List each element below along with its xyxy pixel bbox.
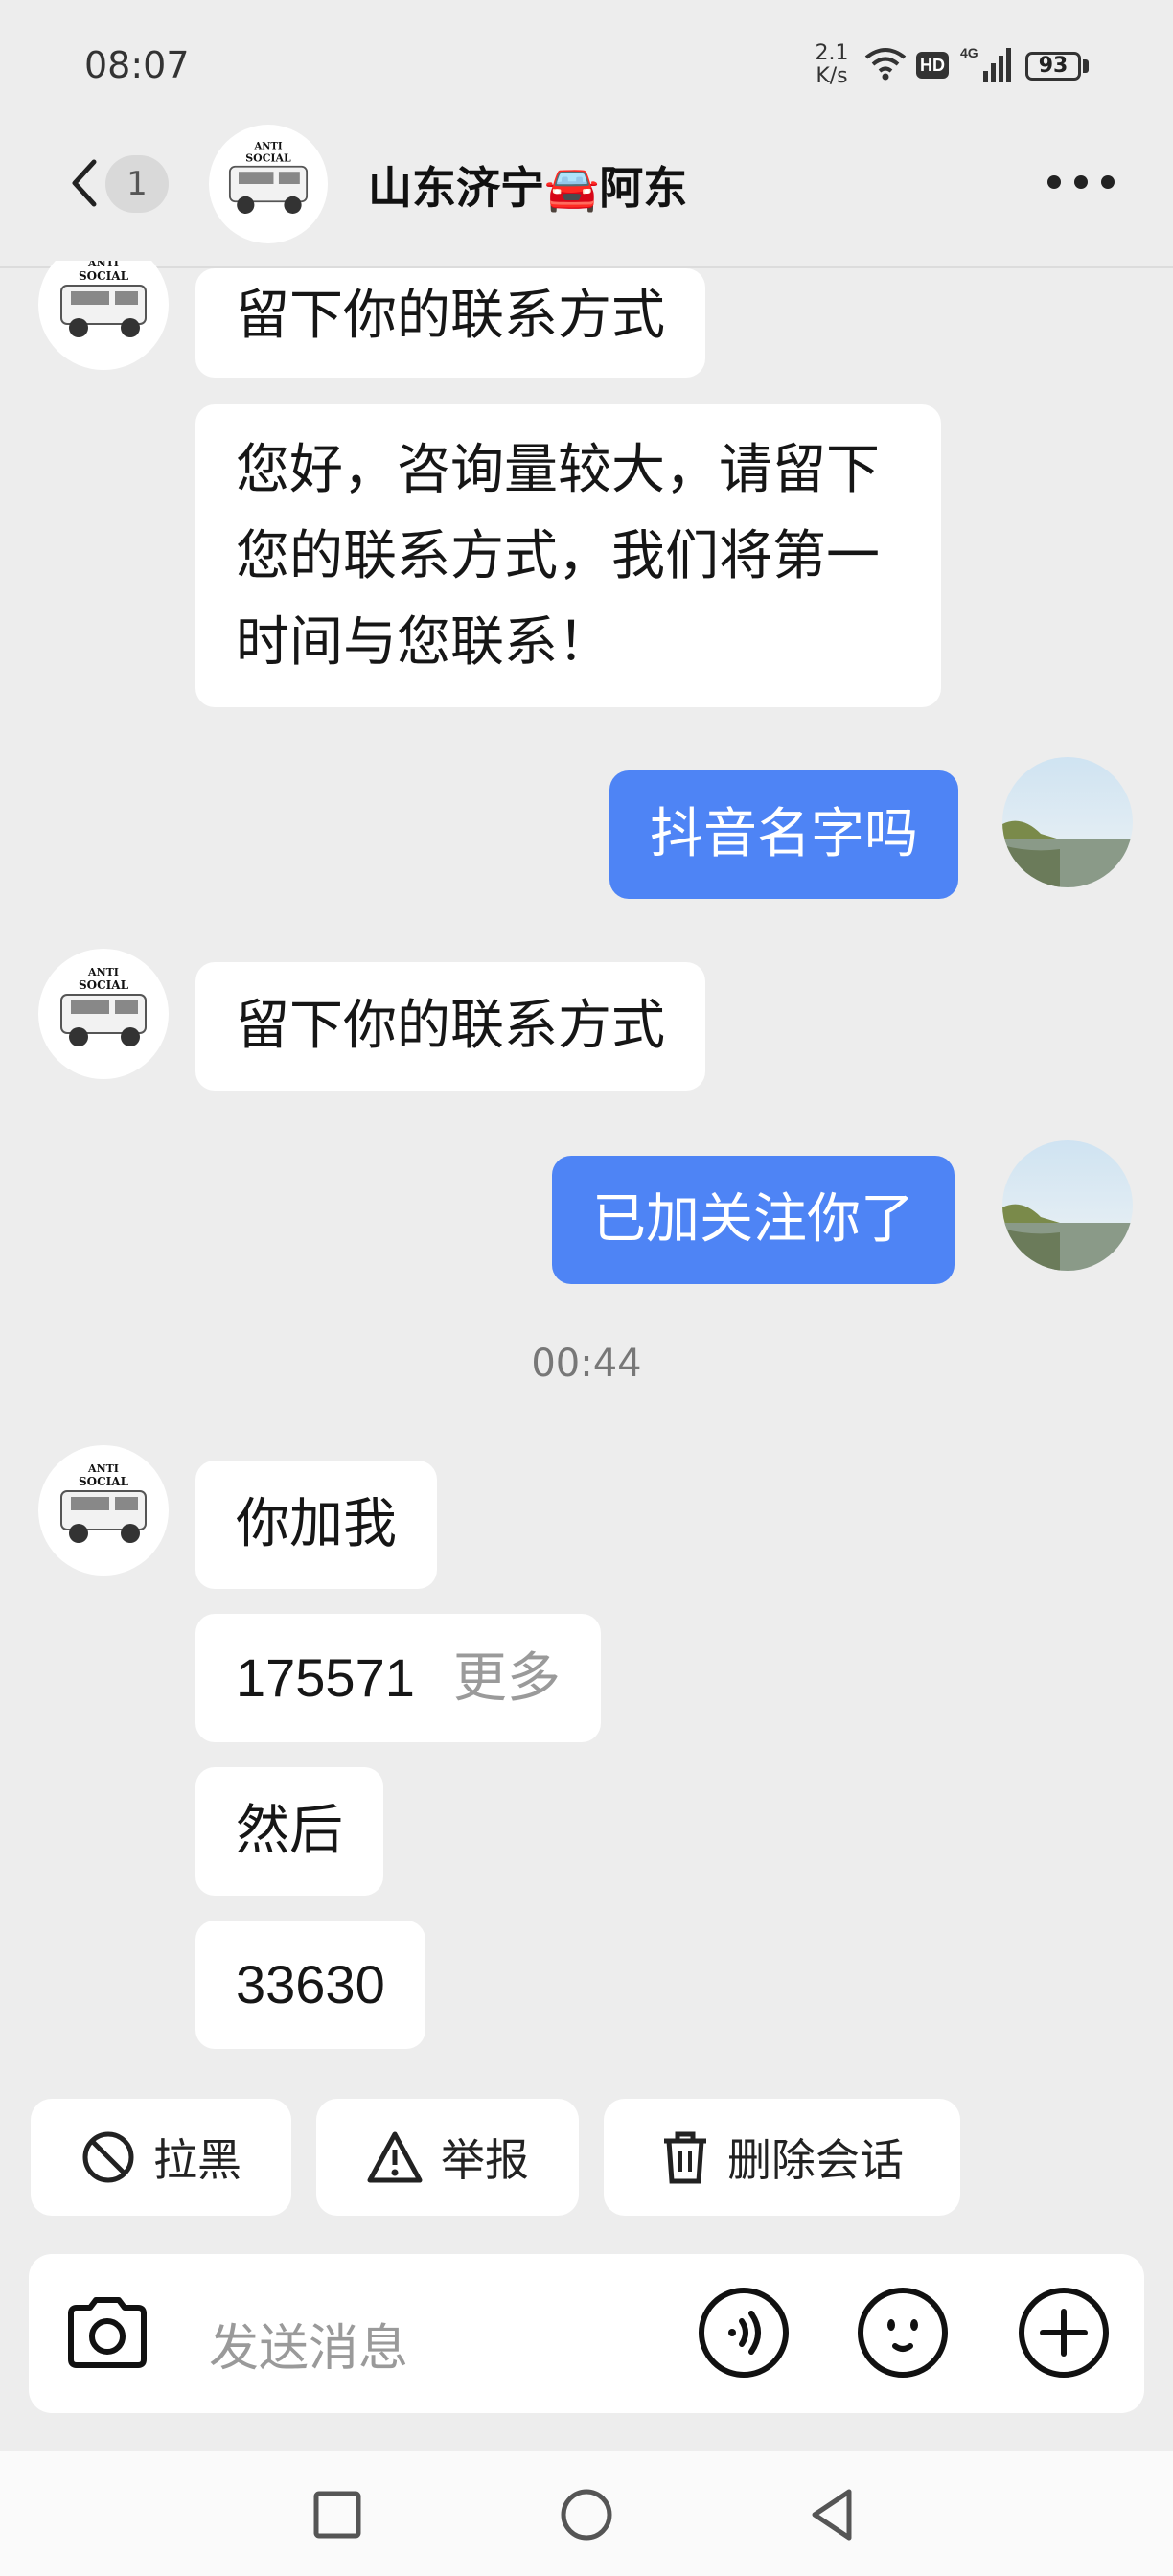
more-dots-icon[interactable] (1045, 172, 1117, 192)
nav-recents-icon[interactable] (312, 2490, 362, 2540)
report-button[interactable]: 举报 (316, 2099, 579, 2216)
self-avatar[interactable] (1002, 757, 1133, 887)
block-icon (82, 2131, 134, 2183)
message-input-bar (29, 2254, 1144, 2413)
message-bubble[interactable]: 33630 (196, 1920, 426, 2049)
message-bubble[interactable]: 留下你的联系方式 (196, 268, 705, 378)
sent-message-bubble[interactable]: 已加关注你了 (552, 1156, 954, 1284)
delete-label: 删除会话 (727, 2134, 904, 2186)
expand-more-link[interactable]: 更多 (453, 1647, 561, 1708)
contact-name: 山东济宁🚘阿东 (368, 162, 688, 214)
voice-icon[interactable] (696, 2285, 792, 2380)
status-time: 08:07 (84, 44, 190, 86)
unread-count-badge[interactable]: 1 (105, 155, 169, 213)
network-type: 4G (960, 45, 978, 60)
network-speed-value: 2.1 (815, 41, 849, 65)
svg-text:SOCIAL: SOCIAL (79, 1475, 129, 1488)
svg-text:SOCIAL: SOCIAL (245, 151, 291, 164)
network-speed: 2.1 K/s (813, 42, 851, 88)
message-bubble[interactable]: 您好，咨询量较大，请留下您的联系方式，我们将第一时间与您联系！ (196, 404, 941, 707)
delete-conversation-button[interactable]: 删除会话 (604, 2099, 960, 2216)
nav-home-icon[interactable] (560, 2488, 613, 2542)
svg-text:ANTI: ANTI (253, 142, 282, 152)
sent-message-bubble[interactable]: 抖音名字吗 (610, 770, 958, 899)
camera-icon[interactable] (59, 2285, 155, 2380)
message-bubble[interactable]: 175571 更多 (196, 1614, 601, 1742)
svg-text:SOCIAL: SOCIAL (79, 978, 129, 992)
battery-cap (1083, 59, 1089, 73)
svg-text:ANTI: ANTI (87, 1462, 119, 1475)
nav-back-icon[interactable] (807, 2488, 857, 2542)
contact-message-avatar[interactable]: ANTI SOCIAL (38, 949, 169, 1079)
battery-level: 93 (1038, 54, 1069, 78)
emoji-icon[interactable] (855, 2285, 951, 2380)
self-avatar[interactable] (1002, 1140, 1133, 1271)
back-chevron-icon[interactable] (65, 158, 104, 208)
message-bubble[interactable]: 留下你的联系方式 (196, 962, 705, 1091)
wifi-icon (864, 48, 907, 80)
plus-icon[interactable] (1016, 2285, 1112, 2380)
warning-icon (367, 2131, 423, 2183)
block-label: 拉黑 (153, 2134, 242, 2186)
svg-text:SOCIAL: SOCIAL (79, 269, 129, 283)
chat-timestamp: 00:44 (531, 1342, 642, 1386)
contact-message-avatar[interactable]: ANTI SOCIAL (38, 1445, 169, 1576)
message-bubble[interactable]: 你加我 (196, 1460, 437, 1589)
trash-icon (664, 2131, 706, 2184)
report-label: 举报 (441, 2134, 529, 2186)
message-number-text: 175571 (236, 1647, 415, 1708)
signal-icon: 4G (960, 45, 1011, 82)
message-input[interactable]: 发送消息 (209, 2308, 408, 2380)
block-button[interactable]: 拉黑 (31, 2099, 291, 2216)
hd-badge: HD (916, 52, 949, 79)
svg-text:ANTI: ANTI (87, 966, 119, 978)
message-bubble[interactable]: 然后 (196, 1767, 383, 1896)
contact-avatar[interactable]: ANTI SOCIAL (209, 125, 328, 243)
network-speed-unit: K/s (816, 64, 848, 88)
